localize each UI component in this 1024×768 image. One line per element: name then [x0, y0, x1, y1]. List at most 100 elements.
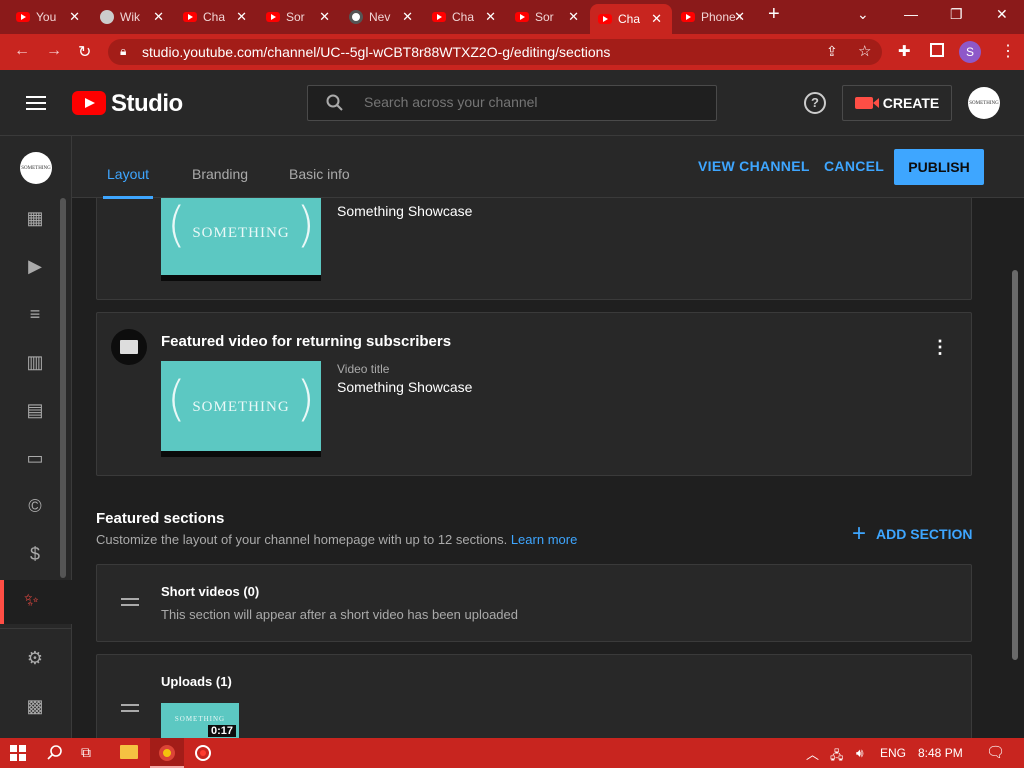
upload-thumbnail[interactable]: SOMETHING 0:17	[161, 703, 239, 738]
sidebar: SOMETHING ▦ ▶︎ ≡ ▥ ▤ ▭ © $ ✨︎ ⚙ ▩	[0, 136, 72, 738]
sidebar-item-customization-active[interactable]: ✨︎	[0, 580, 72, 624]
drag-handle-icon[interactable]	[121, 598, 139, 606]
browser-tab[interactable]: You ✕	[8, 3, 90, 31]
drag-handle-icon[interactable]	[121, 704, 139, 712]
youtube-icon	[183, 12, 197, 22]
url-text[interactable]: studio.youtube.com/channel/UC--5gl-wCBT8…	[142, 44, 610, 60]
bookmark-star-icon[interactable]: ☆	[858, 42, 871, 60]
browser-tab[interactable]: Cha ✕	[424, 3, 506, 31]
channel-avatar[interactable]: SOMETHING	[20, 152, 52, 184]
duration-badge: 0:17	[207, 725, 236, 737]
wiki-icon	[100, 10, 114, 24]
record-icon[interactable]	[195, 745, 211, 761]
close-icon[interactable]: ✕	[568, 9, 579, 25]
close-icon[interactable]: ✕	[485, 9, 496, 25]
close-icon[interactable]: ✕	[402, 9, 413, 25]
browser-tab-active[interactable]: Cha ✕	[590, 4, 672, 34]
video-camera-icon	[854, 97, 879, 109]
youtube-icon	[681, 12, 695, 22]
feedback-icon[interactable]: ▩	[24, 696, 46, 718]
dashboard-icon[interactable]: ▦	[24, 208, 46, 230]
restore-icon[interactable]: ❐	[950, 6, 963, 23]
hamburger-menu-icon[interactable]	[26, 96, 46, 110]
browser-tab[interactable]: Cha ✕	[175, 3, 257, 31]
section-title: Short videos (0)	[161, 584, 260, 599]
new-tab-icon[interactable]: +	[768, 3, 780, 26]
content-icon[interactable]: ▶︎	[24, 256, 46, 278]
subtitles-icon[interactable]: ▭	[24, 448, 46, 470]
browser-tab-strip: You ✕ Wik ✕ Cha ✕ Sor ✕ Nev ✕ Cha ✕ Sor ✕ Cha ✕ …	[0, 0, 1024, 34]
browser-tab[interactable]: Sor ✕	[258, 3, 340, 31]
back-arrow-icon[interactable]: ←	[14, 42, 30, 60]
search-box[interactable]	[307, 85, 717, 121]
address-bar[interactable]: 🔒︎ studio.youtube.com/channel/UC--5gl-wC…	[108, 39, 882, 65]
video-thumbnail[interactable]: ( SOMETHING )	[161, 187, 321, 281]
side-panel-icon[interactable]	[930, 43, 944, 57]
language-indicator[interactable]: ENG	[880, 746, 906, 760]
tab-basic-info[interactable]: Basic info	[289, 166, 350, 182]
more-options-icon[interactable]: ⋮	[931, 337, 949, 358]
close-icon[interactable]: ✕	[319, 9, 330, 25]
forward-arrow-icon[interactable]: →	[46, 42, 62, 60]
share-icon[interactable]: ⇪	[826, 43, 838, 60]
notifications-icon[interactable]: 🗨︎	[986, 743, 1005, 761]
profile-avatar[interactable]: S	[959, 41, 981, 63]
plus-icon: +	[852, 520, 867, 547]
extensions-puzzle-icon[interactable]: ✚	[898, 42, 911, 60]
studio-logo-text[interactable]: Studio	[111, 90, 183, 118]
learn-more-link[interactable]: Learn more	[511, 532, 577, 547]
task-view-icon[interactable]: ⧉	[81, 744, 91, 761]
volume-icon[interactable]: 🔊︎	[856, 746, 864, 761]
close-icon[interactable]: ✕	[153, 9, 164, 25]
youtube-icon	[432, 12, 446, 22]
browser-tab[interactable]: Wik ✕	[92, 3, 174, 31]
browser-tab[interactable]: Phone v ✕	[673, 3, 755, 31]
window-close-icon[interactable]: ✕	[996, 6, 1008, 23]
chrome-icon	[159, 745, 175, 761]
create-button[interactable]: CREATE	[842, 85, 952, 121]
taskbar-search-icon[interactable]	[47, 745, 63, 761]
file-explorer-icon[interactable]	[120, 745, 138, 759]
spotlight-card-returning-subscribers: Featured video for returning subscribers…	[96, 312, 972, 476]
playlists-icon[interactable]: ≡	[24, 304, 46, 326]
minimize-icon[interactable]: —	[904, 6, 918, 22]
settings-icon[interactable]: ⚙	[24, 648, 46, 670]
section-title: Uploads (1)	[161, 674, 232, 689]
taskbar-chrome-active[interactable]	[150, 738, 184, 768]
help-icon[interactable]: ?	[804, 92, 826, 114]
youtube-icon	[16, 12, 30, 22]
studio-header: Studio ? CREATE SOMETHING	[0, 70, 1024, 136]
main-scrollbar[interactable]	[1012, 270, 1018, 660]
publish-button[interactable]: PUBLISH	[894, 149, 984, 185]
close-icon[interactable]: ✕	[236, 9, 247, 25]
sidebar-scrollbar[interactable]	[60, 198, 66, 578]
section-item-short-videos: Short videos (0) This section will appea…	[96, 564, 972, 642]
comments-icon[interactable]: ▤	[24, 400, 46, 422]
browser-tab[interactable]: Sor ✕	[507, 3, 589, 31]
reload-icon[interactable]: ↻	[78, 42, 91, 62]
chrome-icon	[349, 10, 363, 24]
close-icon[interactable]: ✕	[734, 9, 745, 25]
monetization-icon[interactable]: $	[24, 544, 46, 566]
copyright-icon[interactable]: ©	[24, 496, 46, 518]
clock[interactable]: 8:48 PM	[918, 746, 963, 760]
tab-search-chevron-icon[interactable]: ⌄	[857, 6, 869, 23]
windows-start-icon[interactable]	[10, 745, 26, 761]
video-thumbnail[interactable]: ( SOMETHING )	[161, 361, 321, 457]
close-icon[interactable]: ✕	[69, 9, 80, 25]
tab-branding[interactable]: Branding	[192, 166, 248, 182]
account-avatar[interactable]: SOMETHING	[968, 87, 1000, 119]
search-input[interactable]	[364, 94, 694, 110]
analytics-icon[interactable]: ▥	[24, 352, 46, 374]
tray-chevron-icon[interactable]: ︿	[806, 744, 819, 763]
view-channel-button[interactable]: VIEW CHANNEL	[698, 158, 810, 174]
youtube-logo-icon[interactable]	[72, 91, 106, 115]
tab-layout[interactable]: Layout	[102, 166, 154, 199]
add-section-button[interactable]: + ADD SECTION	[852, 522, 972, 546]
network-icon[interactable]: 🖧︎	[830, 746, 843, 767]
browser-menu-icon[interactable]: ⋮	[1000, 41, 1016, 61]
lock-icon: 🔒︎	[120, 44, 127, 58]
cancel-button[interactable]: CANCEL	[824, 158, 884, 174]
browser-tab[interactable]: Nev ✕	[341, 3, 423, 31]
close-icon[interactable]: ✕	[651, 11, 662, 27]
